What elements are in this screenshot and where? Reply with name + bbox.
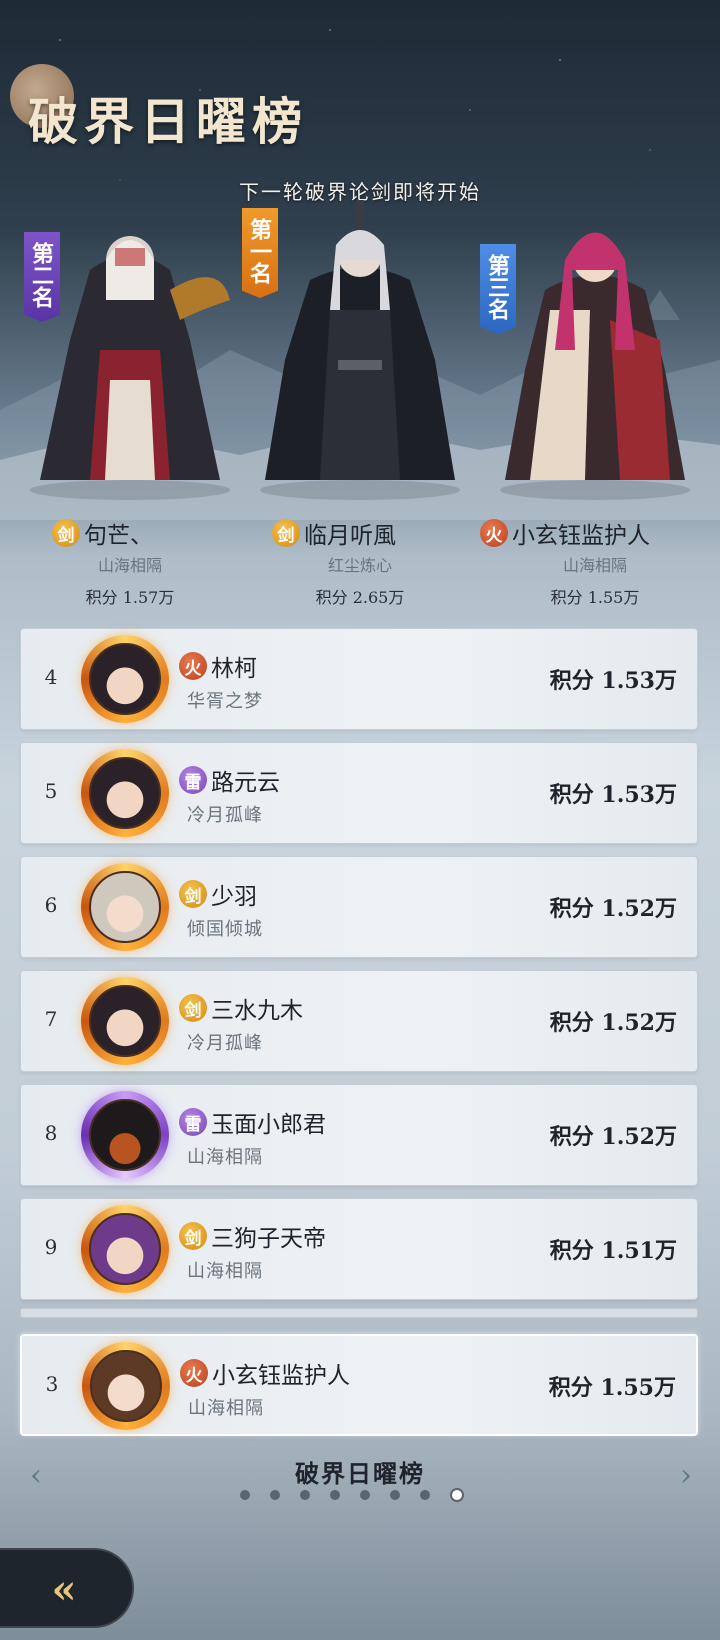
rank-3-character[interactable]: [490, 200, 700, 500]
row-player: 剑 三狗子天帝: [179, 1219, 326, 1253]
fire-element-icon: 火: [180, 1359, 208, 1387]
avatar[interactable]: [77, 1201, 173, 1297]
player-name: 三水九木: [211, 998, 303, 1024]
avatar[interactable]: [77, 631, 173, 727]
row-rank: 3: [45, 1372, 59, 1396]
rank-1-score: 积分 2.65万: [315, 588, 405, 607]
page-dot[interactable]: [270, 1490, 280, 1500]
ranking-row-6[interactable]: 6 剑 少羽 倾国倾城 积分 1.52万: [20, 856, 698, 958]
row-rank: 5: [44, 779, 58, 803]
row-score: 积分 1.53万: [549, 782, 677, 808]
ranking-row-5[interactable]: 5 雷 路元云 冷月孤峰 积分 1.53万: [20, 742, 698, 844]
rank-2-score: 积分 1.57万: [85, 588, 175, 607]
row-player: 火 小玄钰监护人: [180, 1356, 350, 1390]
rank-2-name[interactable]: 剑 句芒、: [52, 516, 153, 550]
row-player: 剑 三水九木: [179, 991, 303, 1025]
player-portrait: [89, 1099, 161, 1171]
rank-1-name[interactable]: 剑 临月听風: [272, 516, 396, 550]
player-portrait: [89, 871, 161, 943]
player-name: 少羽: [211, 884, 257, 910]
page-dot-active[interactable]: [450, 1488, 464, 1502]
ranking-row-9[interactable]: 9 剑 三狗子天帝 山海相隔 积分 1.51万: [20, 1198, 698, 1300]
row-server: 华胥之梦: [187, 691, 263, 712]
row-server: 山海相隔: [187, 1261, 263, 1282]
row-rank: 4: [44, 665, 58, 689]
rank-1-banner: 第一名: [242, 208, 278, 298]
page-dot[interactable]: [360, 1490, 370, 1500]
ranking-row-8[interactable]: 8 雷 玉面小郎君 山海相隔 积分 1.52万: [20, 1084, 698, 1186]
row-score: 积分 1.53万: [549, 668, 677, 694]
sword-element-icon: 剑: [52, 519, 80, 547]
avatar[interactable]: [77, 859, 173, 955]
my-ranking-row[interactable]: 3 火 小玄钰监护人 山海相隔 积分 1.55万: [20, 1334, 698, 1436]
row-server: 山海相隔: [188, 1398, 264, 1419]
avatar[interactable]: [78, 1338, 174, 1434]
player-name: 三狗子天帝: [211, 1226, 326, 1252]
rank-3-server: 山海相隔: [562, 556, 627, 575]
page-dot[interactable]: [330, 1490, 340, 1500]
row-rank: 6: [44, 893, 58, 917]
ranking-row-7[interactable]: 7 剑 三水九木 冷月孤峰 积分 1.52万: [20, 970, 698, 1072]
sword-element-icon: 剑: [179, 880, 207, 908]
chevron-right-icon[interactable]: ›: [670, 1458, 702, 1494]
avatar[interactable]: [77, 973, 173, 1069]
player-name: 林柯: [211, 656, 257, 682]
avatar[interactable]: [77, 745, 173, 841]
list-scroll-edge: [20, 1308, 698, 1318]
rank-3-score: 积分 1.55万: [550, 588, 640, 607]
row-score: 积分 1.51万: [549, 1238, 677, 1264]
rank-3-banner: 第三名: [480, 244, 516, 334]
row-server: 冷月孤峰: [187, 1033, 263, 1054]
row-server: 倾国倾城: [187, 919, 263, 940]
row-score: 积分 1.52万: [549, 1124, 677, 1150]
back-arrow-icon: «: [51, 1566, 77, 1613]
sword-element-icon: 剑: [272, 519, 300, 547]
row-player: 剑 少羽: [179, 877, 257, 911]
row-rank: 9: [44, 1235, 58, 1259]
row-score: 积分 1.52万: [549, 1010, 677, 1036]
fire-element-icon: 火: [179, 652, 207, 680]
player-portrait: [89, 757, 161, 829]
fire-element-icon: 火: [480, 519, 508, 547]
row-rank: 7: [44, 1007, 58, 1031]
rank-1-character[interactable]: [250, 200, 470, 500]
row-server: 冷月孤峰: [187, 805, 263, 826]
row-player: 雷 路元云: [179, 763, 280, 797]
player-name: 句芒、: [84, 523, 153, 549]
row-rank: 8: [44, 1121, 58, 1145]
rank-1-server: 红尘炼心: [327, 556, 392, 575]
player-name: 路元云: [211, 770, 280, 796]
page-dot[interactable]: [390, 1490, 400, 1500]
row-player: 火 林柯: [179, 649, 257, 683]
avatar[interactable]: [77, 1087, 173, 1183]
ranking-row-4[interactable]: 4 火 林柯 华胥之梦 积分 1.53万: [20, 628, 698, 730]
player-portrait: [89, 643, 161, 715]
thunder-element-icon: 雷: [179, 1108, 207, 1136]
board-title: 破界日曜榜: [295, 1459, 425, 1488]
page-title: 破界日曜榜: [28, 92, 308, 151]
rank-2-banner: 第二名: [24, 232, 60, 322]
row-server: 山海相隔: [187, 1147, 263, 1168]
player-portrait: [89, 985, 161, 1057]
player-portrait: [89, 1213, 161, 1285]
rank-2-server: 山海相隔: [97, 556, 162, 575]
page-indicator[interactable]: [240, 1488, 464, 1504]
row-score: 积分 1.52万: [549, 896, 677, 922]
sword-element-icon: 剑: [179, 1222, 207, 1250]
back-button[interactable]: «: [0, 1548, 134, 1628]
thunder-element-icon: 雷: [179, 766, 207, 794]
player-name: 玉面小郎君: [211, 1112, 326, 1138]
player-name: 小玄钰监护人: [212, 1363, 350, 1389]
player-portrait: [90, 1350, 162, 1422]
rank-3-name[interactable]: 火 小玄钰监护人: [480, 516, 650, 550]
player-name: 小玄钰监护人: [512, 523, 650, 549]
player-name: 临月听風: [304, 523, 396, 549]
row-player: 雷 玉面小郎君: [179, 1105, 326, 1139]
page-dot[interactable]: [240, 1490, 250, 1500]
sword-element-icon: 剑: [179, 994, 207, 1022]
page-dot[interactable]: [420, 1490, 430, 1500]
page-dot[interactable]: [300, 1490, 310, 1500]
row-score: 积分 1.55万: [548, 1375, 676, 1401]
